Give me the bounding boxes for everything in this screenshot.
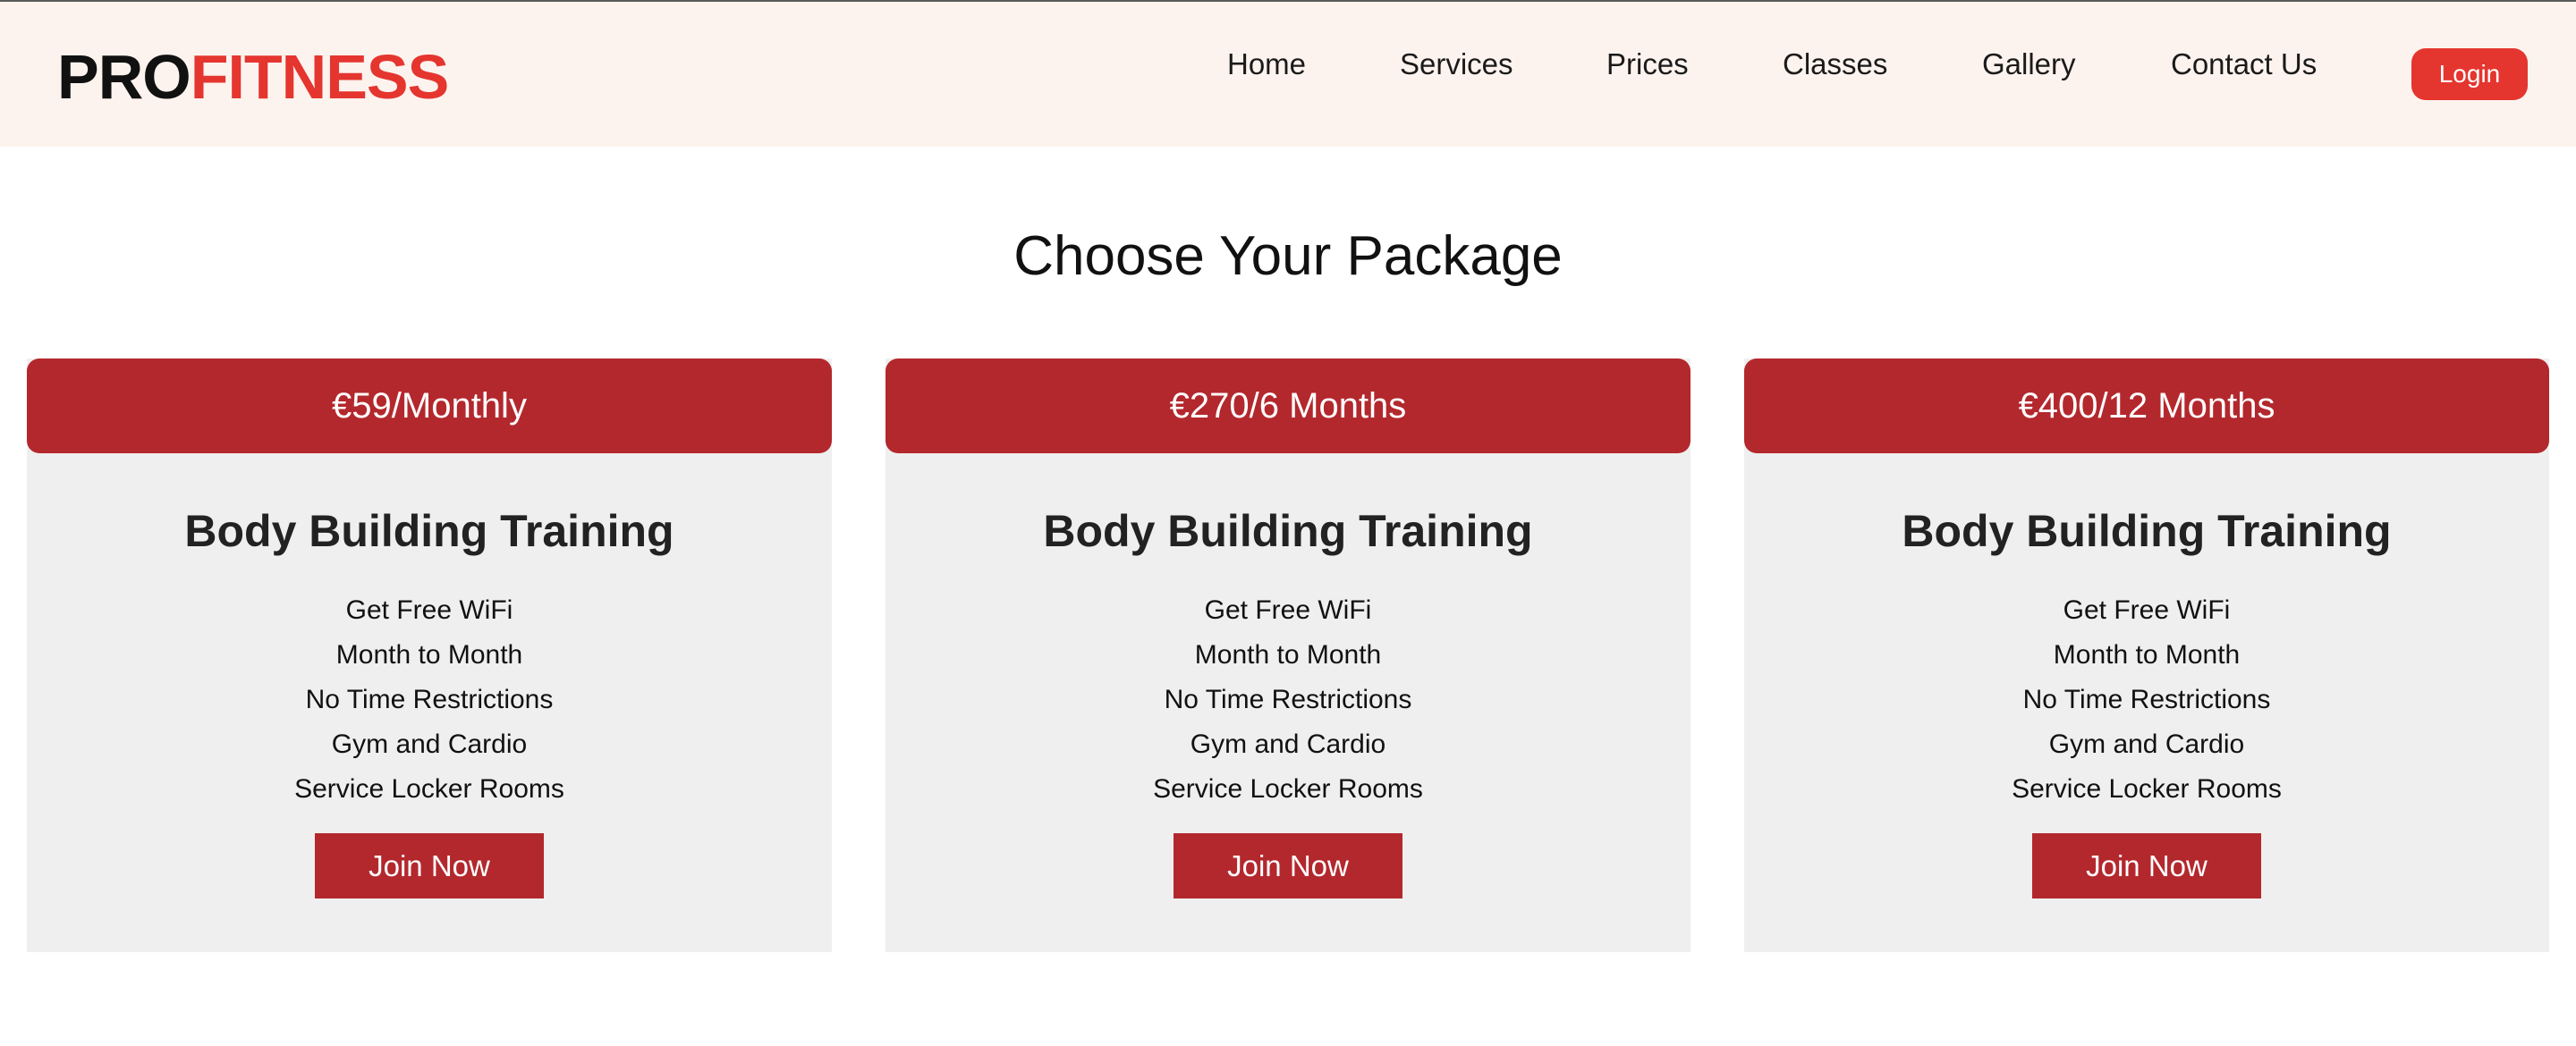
package-feature-list: Get Free WiFi Month to Month No Time Res… xyxy=(1744,588,2549,812)
package-title: Body Building Training xyxy=(1902,506,2392,556)
join-now-button[interactable]: Join Now xyxy=(1174,833,1402,898)
login-button[interactable]: Login xyxy=(2411,48,2528,100)
package-card-6-months: €270/6 Months Body Building Training Get… xyxy=(886,359,1690,952)
package-price-header: €400/12 Months xyxy=(1744,359,2549,453)
nav-link-gallery[interactable]: Gallery xyxy=(1982,46,2076,82)
logo-text-fitness: FITNESS xyxy=(190,42,450,112)
package-feature: Gym and Cardio xyxy=(1190,730,1386,759)
package-price-header: €59/Monthly xyxy=(27,359,832,453)
package-feature: Service Locker Rooms xyxy=(2012,774,2282,804)
site-logo[interactable]: PROFITNESS xyxy=(57,41,450,113)
nav-link-contact-us[interactable]: Contact Us xyxy=(2171,46,2317,82)
package-feature: No Time Restrictions xyxy=(2022,685,2271,714)
package-card-monthly: €59/Monthly Body Building Training Get F… xyxy=(27,359,832,952)
package-price-header: €270/6 Months xyxy=(886,359,1690,453)
package-feature: Month to Month xyxy=(335,640,523,670)
page-title: Choose Your Package xyxy=(1013,224,1563,287)
package-feature: Gym and Cardio xyxy=(331,730,528,759)
package-card-12-months: €400/12 Months Body Building Training Ge… xyxy=(1744,359,2549,952)
nav-link-services[interactable]: Services xyxy=(1400,46,1513,82)
package-feature: Service Locker Rooms xyxy=(294,774,564,804)
join-now-button[interactable]: Join Now xyxy=(315,833,544,898)
package-feature: Get Free WiFi xyxy=(1204,595,1372,625)
join-now-button[interactable]: Join Now xyxy=(2032,833,2261,898)
nav-link-home[interactable]: Home xyxy=(1227,46,1306,82)
nav-link-classes[interactable]: Classes xyxy=(1783,46,1887,82)
package-feature-list: Get Free WiFi Month to Month No Time Res… xyxy=(886,588,1690,812)
logo-text-pro: PRO xyxy=(57,42,191,112)
package-title: Body Building Training xyxy=(1043,506,1533,556)
package-title: Body Building Training xyxy=(184,506,674,556)
package-feature: No Time Restrictions xyxy=(1164,685,1412,714)
site-header: PROFITNESS Home Services Prices Classes … xyxy=(0,2,2576,147)
package-feature: Month to Month xyxy=(2053,640,2241,670)
package-feature: Service Locker Rooms xyxy=(1153,774,1423,804)
package-feature: Gym and Cardio xyxy=(2048,730,2245,759)
package-feature: Month to Month xyxy=(1194,640,1382,670)
package-feature: No Time Restrictions xyxy=(305,685,554,714)
package-feature: Get Free WiFi xyxy=(345,595,513,625)
nav-link-prices[interactable]: Prices xyxy=(1606,46,1689,82)
package-feature-list: Get Free WiFi Month to Month No Time Res… xyxy=(27,588,832,812)
package-feature: Get Free WiFi xyxy=(2063,595,2231,625)
